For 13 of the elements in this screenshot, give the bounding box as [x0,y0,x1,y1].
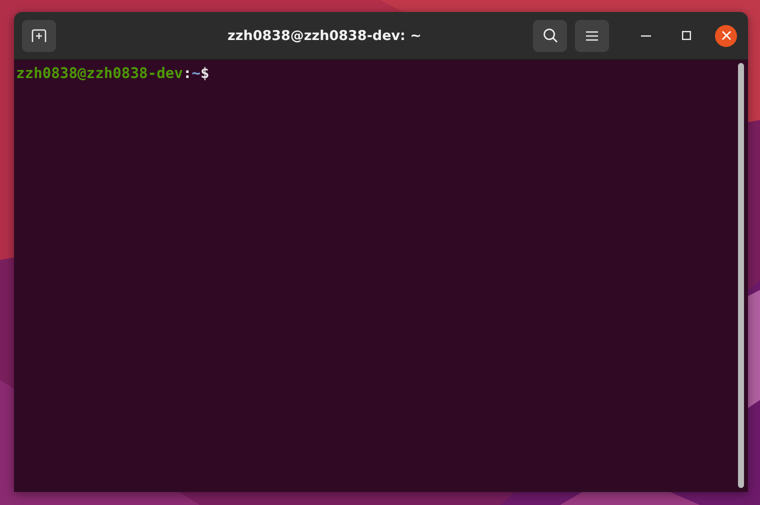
search-button[interactable] [533,20,567,52]
maximize-icon [682,31,690,40]
scrollbar[interactable] [738,63,744,488]
terminal-prompt: zzh0838@zzh0838-dev:~$ [16,65,210,82]
close-button[interactable] [715,24,737,46]
search-icon [542,28,558,43]
menu-button[interactable] [575,20,609,52]
window-title: zzh0838@zzh0838-dev: ~ [226,28,422,44]
new-tab-button[interactable] [22,20,56,52]
menu-icon [586,30,598,40]
minimize-icon [641,34,651,36]
new-tab-icon [31,28,47,42]
close-icon [722,31,730,40]
